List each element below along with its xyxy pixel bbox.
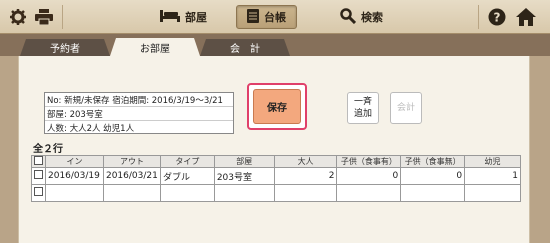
save-button[interactable]: 保存 <box>253 89 301 124</box>
cell-adult[interactable]: 2 <box>273 167 338 185</box>
select-all-checkbox[interactable] <box>34 156 43 165</box>
row-checkbox[interactable] <box>34 187 43 196</box>
cell-in[interactable]: 2016/03/19 <box>45 167 104 185</box>
room-table: イン アウト タイプ 部屋 大人 子供（食事有） 子供（食事無） 幼児 2016… <box>31 155 521 202</box>
cell-out[interactable]: 2016/03/21 <box>102 167 161 185</box>
tab-accounting[interactable]: 会 計 <box>200 39 290 56</box>
cell-room[interactable]: 203号室 <box>213 167 275 185</box>
col-header: 子供（食事無） <box>400 155 466 168</box>
col-header: 部屋 <box>213 155 275 168</box>
help-icon[interactable]: ? <box>487 7 507 27</box>
bulk-add-label-1: 一斉 <box>353 97 372 107</box>
cell-empty[interactable] <box>464 184 521 202</box>
svg-text:?: ? <box>494 11 501 25</box>
col-header: 大人 <box>273 155 338 168</box>
cell-empty[interactable] <box>45 184 104 202</box>
col-header: 幼児 <box>464 155 521 168</box>
divider <box>62 5 63 29</box>
cell-child-meal[interactable]: 0 <box>336 167 402 185</box>
nav-search-label: 検索 <box>361 11 383 24</box>
col-header: アウト <box>102 155 161 168</box>
bed-icon <box>160 9 180 25</box>
row-count: 全２行 <box>33 144 63 155</box>
tab-reserver[interactable]: 予約者 <box>20 39 110 56</box>
cell-empty[interactable] <box>159 184 215 202</box>
row-select-cell[interactable] <box>31 167 46 185</box>
cell-empty[interactable] <box>273 184 338 202</box>
nav-rooms-label: 部屋 <box>185 11 207 24</box>
cell-infant[interactable]: 1 <box>464 167 521 185</box>
home-icon[interactable] <box>516 7 536 27</box>
tab-bar: 予約者 お部屋 会 計 <box>0 34 550 56</box>
bulk-add-label-2: 追加 <box>353 109 372 119</box>
gear-icon[interactable] <box>8 7 28 27</box>
table-row[interactable] <box>31 184 521 202</box>
cell-empty[interactable] <box>336 184 402 202</box>
bulk-add-button[interactable]: 一斉 追加 <box>347 92 379 124</box>
save-button-highlight[interactable]: 保存 <box>247 83 307 130</box>
row-select-cell[interactable] <box>31 184 46 202</box>
cell-type[interactable]: ダブル <box>159 167 215 185</box>
top-bar: 部屋 台帳 検索 ? <box>0 0 550 34</box>
col-header: 子供（食事有） <box>336 155 402 168</box>
cell-empty[interactable] <box>213 184 275 202</box>
ledger-icon <box>247 8 259 26</box>
search-icon <box>340 7 357 27</box>
select-all-cell[interactable] <box>31 155 46 168</box>
reservation-info: No: 新規/未保存 宿泊期間: 2016/3/19～3/21 部屋: 203号… <box>44 92 234 134</box>
divider <box>478 5 479 29</box>
nav-search[interactable]: 検索 <box>340 5 383 29</box>
nav-rooms[interactable]: 部屋 <box>160 5 207 29</box>
printer-icon[interactable] <box>34 7 54 27</box>
info-room: 部屋: 203号室 <box>45 107 233 121</box>
col-header: イン <box>45 155 104 168</box>
info-people: 人数: 大人2人 幼児1人 <box>47 124 135 134</box>
cell-empty[interactable] <box>400 184 466 202</box>
row-checkbox[interactable] <box>34 170 43 179</box>
nav-ledger[interactable]: 台帳 <box>236 5 297 29</box>
tab-room[interactable]: お部屋 <box>110 38 200 56</box>
table-header: イン アウト タイプ 部屋 大人 子供（食事有） 子供（食事無） 幼児 <box>31 155 521 168</box>
cell-empty[interactable] <box>102 184 161 202</box>
table-row[interactable]: 2016/03/19 2016/03/21 ダブル 203号室 2 0 0 1 <box>31 167 521 185</box>
info-number-period: No: 新規/未保存 宿泊期間: 2016/3/19～3/21 <box>45 93 233 107</box>
cell-child-nomeal[interactable]: 0 <box>400 167 466 185</box>
account-button[interactable]: 会計 <box>390 92 422 124</box>
nav-ledger-label: 台帳 <box>264 11 286 24</box>
col-header: タイプ <box>159 155 215 168</box>
